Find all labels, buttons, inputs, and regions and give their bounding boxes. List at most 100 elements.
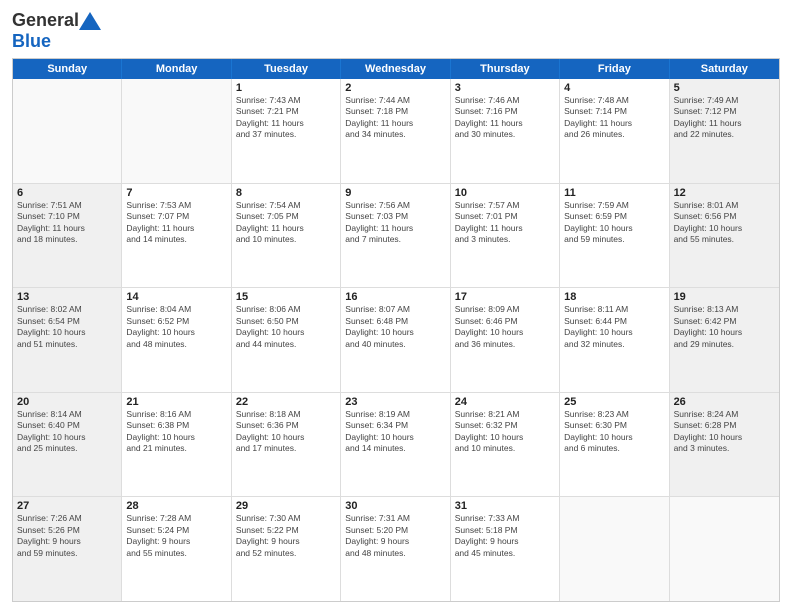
calendar-day-empty [670, 497, 779, 601]
day-number: 27 [17, 500, 117, 512]
calendar-day-7: 7Sunrise: 7:53 AM Sunset: 7:07 PM Daylig… [122, 184, 231, 288]
day-info: Sunrise: 7:53 AM Sunset: 7:07 PM Dayligh… [126, 200, 226, 246]
day-info: Sunrise: 7:33 AM Sunset: 5:18 PM Dayligh… [455, 513, 555, 559]
calendar-week-4: 20Sunrise: 8:14 AM Sunset: 6:40 PM Dayli… [13, 393, 779, 498]
day-number: 6 [17, 187, 117, 199]
day-info: Sunrise: 8:24 AM Sunset: 6:28 PM Dayligh… [674, 409, 775, 455]
logo-blue: Blue [12, 31, 51, 51]
day-info: Sunrise: 7:28 AM Sunset: 5:24 PM Dayligh… [126, 513, 226, 559]
day-info: Sunrise: 8:06 AM Sunset: 6:50 PM Dayligh… [236, 304, 336, 350]
day-number: 14 [126, 291, 226, 303]
calendar-day-14: 14Sunrise: 8:04 AM Sunset: 6:52 PM Dayli… [122, 288, 231, 392]
day-info: Sunrise: 8:07 AM Sunset: 6:48 PM Dayligh… [345, 304, 445, 350]
day-number: 21 [126, 396, 226, 408]
weekday-header-saturday: Saturday [670, 59, 779, 79]
calendar-week-3: 13Sunrise: 8:02 AM Sunset: 6:54 PM Dayli… [13, 288, 779, 393]
day-info: Sunrise: 7:26 AM Sunset: 5:26 PM Dayligh… [17, 513, 117, 559]
day-info: Sunrise: 7:51 AM Sunset: 7:10 PM Dayligh… [17, 200, 117, 246]
calendar-day-28: 28Sunrise: 7:28 AM Sunset: 5:24 PM Dayli… [122, 497, 231, 601]
calendar-day-31: 31Sunrise: 7:33 AM Sunset: 5:18 PM Dayli… [451, 497, 560, 601]
weekday-header-monday: Monday [122, 59, 231, 79]
day-number: 15 [236, 291, 336, 303]
day-number: 30 [345, 500, 445, 512]
calendar-header: SundayMondayTuesdayWednesdayThursdayFrid… [13, 59, 779, 79]
day-number: 19 [674, 291, 775, 303]
day-info: Sunrise: 8:01 AM Sunset: 6:56 PM Dayligh… [674, 200, 775, 246]
calendar-day-empty [560, 497, 669, 601]
calendar-day-24: 24Sunrise: 8:21 AM Sunset: 6:32 PM Dayli… [451, 393, 560, 497]
page: General Blue SundayMondayTuesdayWednesda… [0, 0, 792, 612]
calendar-day-empty [122, 79, 231, 183]
calendar-day-20: 20Sunrise: 8:14 AM Sunset: 6:40 PM Dayli… [13, 393, 122, 497]
calendar-day-11: 11Sunrise: 7:59 AM Sunset: 6:59 PM Dayli… [560, 184, 669, 288]
calendar-day-26: 26Sunrise: 8:24 AM Sunset: 6:28 PM Dayli… [670, 393, 779, 497]
day-info: Sunrise: 8:23 AM Sunset: 6:30 PM Dayligh… [564, 409, 664, 455]
day-info: Sunrise: 8:02 AM Sunset: 6:54 PM Dayligh… [17, 304, 117, 350]
calendar-day-13: 13Sunrise: 8:02 AM Sunset: 6:54 PM Dayli… [13, 288, 122, 392]
logo-general: General [12, 10, 79, 31]
day-number: 26 [674, 396, 775, 408]
weekday-header-friday: Friday [560, 59, 669, 79]
calendar-week-1: 1Sunrise: 7:43 AM Sunset: 7:21 PM Daylig… [13, 79, 779, 184]
day-number: 29 [236, 500, 336, 512]
day-number: 7 [126, 187, 226, 199]
day-info: Sunrise: 8:18 AM Sunset: 6:36 PM Dayligh… [236, 409, 336, 455]
day-info: Sunrise: 7:48 AM Sunset: 7:14 PM Dayligh… [564, 95, 664, 141]
day-number: 16 [345, 291, 445, 303]
day-number: 18 [564, 291, 664, 303]
day-number: 1 [236, 82, 336, 94]
day-number: 4 [564, 82, 664, 94]
calendar-day-empty [13, 79, 122, 183]
weekday-header-thursday: Thursday [451, 59, 560, 79]
calendar-day-23: 23Sunrise: 8:19 AM Sunset: 6:34 PM Dayli… [341, 393, 450, 497]
day-number: 28 [126, 500, 226, 512]
day-number: 12 [674, 187, 775, 199]
day-number: 24 [455, 396, 555, 408]
weekday-header-wednesday: Wednesday [341, 59, 450, 79]
calendar-day-27: 27Sunrise: 7:26 AM Sunset: 5:26 PM Dayli… [13, 497, 122, 601]
day-number: 23 [345, 396, 445, 408]
calendar-day-16: 16Sunrise: 8:07 AM Sunset: 6:48 PM Dayli… [341, 288, 450, 392]
day-number: 2 [345, 82, 445, 94]
day-info: Sunrise: 7:54 AM Sunset: 7:05 PM Dayligh… [236, 200, 336, 246]
calendar-day-6: 6Sunrise: 7:51 AM Sunset: 7:10 PM Daylig… [13, 184, 122, 288]
day-info: Sunrise: 7:56 AM Sunset: 7:03 PM Dayligh… [345, 200, 445, 246]
logo-icon [79, 12, 101, 30]
calendar-day-9: 9Sunrise: 7:56 AM Sunset: 7:03 PM Daylig… [341, 184, 450, 288]
calendar-day-12: 12Sunrise: 8:01 AM Sunset: 6:56 PM Dayli… [670, 184, 779, 288]
day-info: Sunrise: 7:31 AM Sunset: 5:20 PM Dayligh… [345, 513, 445, 559]
calendar-day-1: 1Sunrise: 7:43 AM Sunset: 7:21 PM Daylig… [232, 79, 341, 183]
day-number: 8 [236, 187, 336, 199]
calendar-day-5: 5Sunrise: 7:49 AM Sunset: 7:12 PM Daylig… [670, 79, 779, 183]
day-info: Sunrise: 8:09 AM Sunset: 6:46 PM Dayligh… [455, 304, 555, 350]
calendar-day-21: 21Sunrise: 8:16 AM Sunset: 6:38 PM Dayli… [122, 393, 231, 497]
day-number: 20 [17, 396, 117, 408]
day-info: Sunrise: 7:59 AM Sunset: 6:59 PM Dayligh… [564, 200, 664, 246]
day-number: 13 [17, 291, 117, 303]
calendar-day-4: 4Sunrise: 7:48 AM Sunset: 7:14 PM Daylig… [560, 79, 669, 183]
calendar-day-18: 18Sunrise: 8:11 AM Sunset: 6:44 PM Dayli… [560, 288, 669, 392]
day-info: Sunrise: 7:49 AM Sunset: 7:12 PM Dayligh… [674, 95, 775, 141]
day-number: 11 [564, 187, 664, 199]
day-info: Sunrise: 8:04 AM Sunset: 6:52 PM Dayligh… [126, 304, 226, 350]
day-info: Sunrise: 8:14 AM Sunset: 6:40 PM Dayligh… [17, 409, 117, 455]
day-number: 31 [455, 500, 555, 512]
calendar-day-25: 25Sunrise: 8:23 AM Sunset: 6:30 PM Dayli… [560, 393, 669, 497]
day-info: Sunrise: 8:19 AM Sunset: 6:34 PM Dayligh… [345, 409, 445, 455]
calendar: SundayMondayTuesdayWednesdayThursdayFrid… [12, 58, 780, 602]
day-info: Sunrise: 7:43 AM Sunset: 7:21 PM Dayligh… [236, 95, 336, 141]
calendar-day-30: 30Sunrise: 7:31 AM Sunset: 5:20 PM Dayli… [341, 497, 450, 601]
day-number: 22 [236, 396, 336, 408]
day-number: 10 [455, 187, 555, 199]
day-number: 5 [674, 82, 775, 94]
calendar-day-15: 15Sunrise: 8:06 AM Sunset: 6:50 PM Dayli… [232, 288, 341, 392]
calendar-day-10: 10Sunrise: 7:57 AM Sunset: 7:01 PM Dayli… [451, 184, 560, 288]
day-number: 17 [455, 291, 555, 303]
calendar-week-5: 27Sunrise: 7:26 AM Sunset: 5:26 PM Dayli… [13, 497, 779, 601]
calendar-day-29: 29Sunrise: 7:30 AM Sunset: 5:22 PM Dayli… [232, 497, 341, 601]
calendar-day-17: 17Sunrise: 8:09 AM Sunset: 6:46 PM Dayli… [451, 288, 560, 392]
day-info: Sunrise: 7:44 AM Sunset: 7:18 PM Dayligh… [345, 95, 445, 141]
calendar-day-19: 19Sunrise: 8:13 AM Sunset: 6:42 PM Dayli… [670, 288, 779, 392]
calendar-body: 1Sunrise: 7:43 AM Sunset: 7:21 PM Daylig… [13, 79, 779, 601]
day-info: Sunrise: 8:16 AM Sunset: 6:38 PM Dayligh… [126, 409, 226, 455]
